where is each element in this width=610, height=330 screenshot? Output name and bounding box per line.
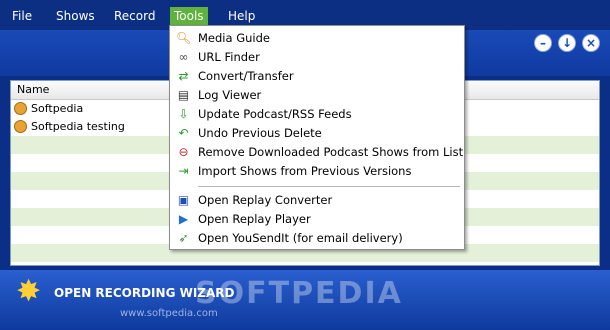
log-viewer-icon: ▤ <box>177 88 190 102</box>
menu-shows[interactable]: Shows <box>54 8 97 24</box>
podcast-icon <box>14 120 27 133</box>
menu-item-log-viewer[interactable]: ▤ Log Viewer <box>170 86 464 105</box>
import-icon: ⇥ <box>178 164 189 178</box>
menu-record[interactable]: Record <box>112 8 157 24</box>
tools-menu: 🔍︎ Media Guide ∞ URL Finder ⇄ Convert/Tr… <box>169 25 465 250</box>
menu-item-yousendit[interactable]: ➶ Open YouSendIt (for email delivery) <box>170 229 464 248</box>
list-item-label: Softpedia testing <box>31 120 125 133</box>
remove-icon: ⊖ <box>178 145 189 159</box>
menu-item-url-finder[interactable]: ∞ URL Finder <box>170 48 464 67</box>
player-icon: ▶ <box>178 212 189 226</box>
menu-file[interactable]: File <box>10 8 34 24</box>
menu-item-replay-converter[interactable]: ▣ Open Replay Converter <box>170 191 464 210</box>
undo-icon: ↶ <box>178 126 189 140</box>
column-name[interactable]: Name <box>17 83 49 96</box>
menu-item-update-feeds[interactable]: ⇩ Update Podcast/RSS Feeds <box>170 105 464 124</box>
menu-separator <box>198 186 460 187</box>
minimize-icon[interactable]: – <box>534 34 552 52</box>
podcast-icon <box>14 102 27 115</box>
menu-item-replay-player[interactable]: ▶ Open Replay Player <box>170 210 464 229</box>
close-icon[interactable]: × <box>582 34 600 52</box>
converter-icon: ▣ <box>177 193 190 207</box>
menu-item-undo-delete[interactable]: ↶ Undo Previous Delete <box>170 124 464 143</box>
link-icon: ∞ <box>178 50 189 64</box>
menu-item-remove-downloaded[interactable]: ⊖ Remove Downloaded Podcast Shows from L… <box>170 143 464 162</box>
wizard-wand-icon: ✸ <box>16 274 42 309</box>
yousendit-icon: ➶ <box>178 231 189 245</box>
menu-item-import-shows[interactable]: ⇥ Import Shows from Previous Versions <box>170 162 464 181</box>
magnifier-icon: 🔍︎ <box>176 31 192 45</box>
brand-watermark: SOFTPEDIA <box>195 276 403 311</box>
convert-icon: ⇄ <box>178 69 189 83</box>
menu-tools[interactable]: Tools <box>170 7 208 25</box>
list-item-label: Softpedia <box>31 102 84 115</box>
menu-help[interactable]: Help <box>226 8 257 24</box>
bottom-bar: ✸ OPEN RECORDING WIZARD SOFTPEDIA www.so… <box>0 270 610 330</box>
update-feeds-icon: ⇩ <box>178 107 189 121</box>
watermark-url: www.softpedia.com <box>120 308 218 319</box>
down-arrow-icon[interactable]: ↓ <box>558 34 576 52</box>
menu-item-convert-transfer[interactable]: ⇄ Convert/Transfer <box>170 67 464 86</box>
menu-item-media-guide[interactable]: 🔍︎ Media Guide <box>170 29 464 48</box>
